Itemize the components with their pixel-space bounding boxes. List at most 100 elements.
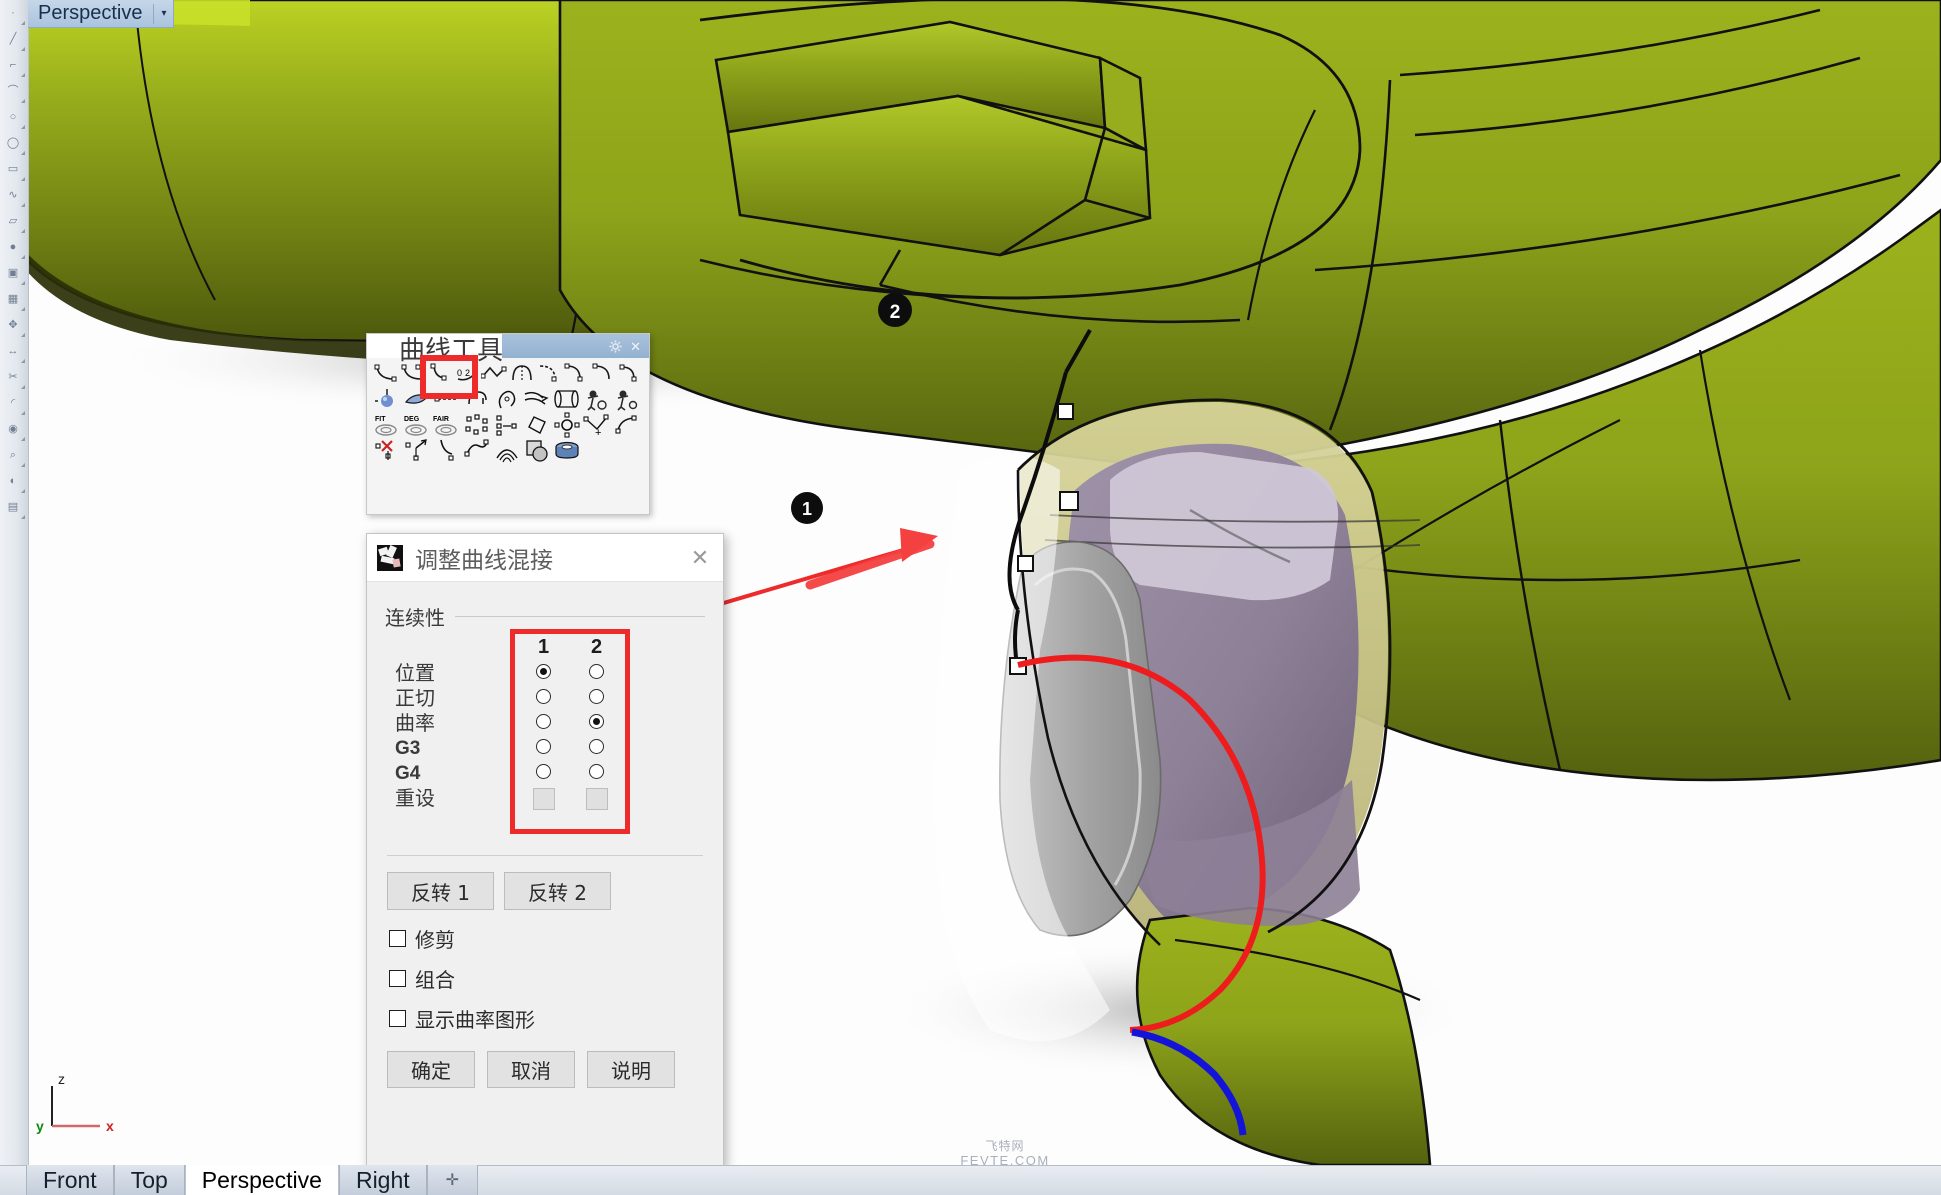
handlebar-icon[interactable] [612,412,642,438]
render-icon[interactable]: ◐ [0,468,26,494]
edit-point-icon[interactable] [612,386,642,412]
svg-text:FIT: FIT [375,416,386,423]
curvature-graph-icon[interactable] [492,438,522,464]
tab-perspective[interactable]: Perspective [185,1165,339,1195]
join-checkbox-row[interactable]: 组合 [389,964,703,993]
radio-tangent-1[interactable] [536,689,551,704]
continuity-row-curvature [517,709,623,734]
radio-g4-2[interactable] [589,764,604,779]
solid-icon[interactable]: ▣ [0,260,26,286]
radio-g3-1[interactable] [536,739,551,754]
radio-g3-2[interactable] [589,739,604,754]
project-curve-icon[interactable] [372,386,402,412]
line-icon[interactable]: ╱ [0,26,26,52]
ellipse-icon[interactable]: ◯ [0,130,26,156]
reset-button-2[interactable] [586,788,608,810]
viewport-tab-bar[interactable]: Front Top Perspective Right ✛ [0,1165,1941,1195]
point-icon[interactable]: · [0,0,26,26]
help-button[interactable]: 说明 [587,1051,675,1088]
join-checkbox[interactable] [389,970,406,987]
reset-button-1[interactable] [533,788,555,810]
mesh-icon-glyph: ▦ [8,294,18,305]
close-icon[interactable]: ✕ [630,340,641,353]
flip-1-button[interactable]: 反转 1 [387,872,494,910]
tween-curve-icon[interactable] [562,360,589,386]
offset-curve-icon[interactable] [617,360,644,386]
section-icon[interactable] [522,438,552,464]
boolean-icon[interactable]: ◉ [0,416,26,442]
dialog-titlebar[interactable]: 调整曲线混接 ✕ [367,534,723,582]
show-curvature-graph-checkbox-row[interactable]: 显示曲率图形 [389,1004,703,1033]
curve-icon[interactable]: ∿ [0,182,26,208]
match-curve-icon[interactable] [481,360,508,386]
gear-icon[interactable] [609,340,622,353]
arc-icon[interactable]: ⌒ [0,78,26,104]
point-cloud-icon[interactable] [462,412,492,438]
drill-model-render: 2 1 [0,0,1941,1165]
trim-checkbox[interactable] [389,930,406,947]
control-points-icon[interactable] [552,412,582,438]
radio-curvature-1[interactable] [536,714,551,729]
tool-highlight-box [420,355,478,399]
control-polygon-icon[interactable] [522,412,552,438]
sketch-curve-icon[interactable] [492,386,522,412]
main-toolbar[interactable]: ·╱⌐⌒○ ◯ ▭∿▱●▣ ▦ ✥↔✂◜◉⌕◐▤ [0,0,29,1165]
chevron-down-icon[interactable]: ▾ [153,4,167,24]
delete-point-icon[interactable] [372,438,402,464]
radio-g4-1[interactable] [536,764,551,779]
insert-knot-icon[interactable] [492,412,522,438]
trim-checkbox-row[interactable]: 修剪 [389,924,703,953]
add-point-icon[interactable]: + [582,412,612,438]
radio-position-1[interactable] [536,664,551,679]
close-icon[interactable]: ✕ [687,545,713,571]
surface-icon[interactable]: ▱ [0,208,26,234]
radio-curvature-2[interactable] [589,714,604,729]
kink-icon[interactable] [462,438,492,464]
circle-icon[interactable]: ○ [0,104,26,130]
flow-curve-icon[interactable] [522,386,552,412]
direction-icon[interactable] [402,438,432,464]
trim-icon[interactable]: ✂ [0,364,26,390]
unroll-icon[interactable] [552,438,582,464]
viewport-title-tab[interactable]: Perspective ▾ [28,0,174,28]
flip-2-button[interactable]: 反转 2 [504,872,611,910]
3d-viewport[interactable]: 2 1 ·╱⌐⌒○◯▭∿▱●▣▦✥↔✂◜◉⌕◐▤ Perspective ▾ z… [0,0,1941,1165]
analyze-icon[interactable]: ⌕ [0,442,26,468]
fit-curve-icon[interactable]: FIT [372,412,402,438]
dimension-icon[interactable]: ↔ [0,338,26,364]
mesh-icon[interactable]: ▦ [0,286,26,312]
add-viewport-tab-button[interactable]: ✛ [427,1165,478,1195]
continuity-radio-grid[interactable]: 1 2 [517,635,623,814]
show-curvature-graph-checkbox[interactable] [389,1010,406,1027]
tab-front[interactable]: Front [26,1165,114,1195]
adjust-curve-blend-dialog[interactable]: 调整曲线混接 ✕ 连续性 位置 正切 曲率 G3 G4 重设 [366,533,724,1165]
change-degree-icon[interactable]: DEG [402,412,432,438]
blend-curve-icon[interactable] [372,360,399,386]
curve-tools-palette[interactable]: ✕ 曲线工具 02 [366,333,650,515]
tab-right[interactable]: Right [339,1165,427,1195]
arc-blend-icon[interactable] [535,360,562,386]
layer-icon[interactable]: ▤ [0,494,26,520]
transform-icon[interactable]: ✥ [0,312,26,338]
cancel-button[interactable]: 取消 [487,1051,575,1088]
radio-tangent-2[interactable] [589,689,604,704]
cell [517,714,570,729]
fair-curve-icon[interactable]: FAIR [432,412,462,438]
loft-curve-icon[interactable] [552,386,582,412]
cell [517,788,570,810]
row-label-reset: 重设 [395,786,515,811]
end-tangent-icon[interactable] [432,438,462,464]
palette-icon-grid[interactable]: 02 FIT [372,360,644,464]
tab-top[interactable]: Top [114,1165,185,1195]
curve-from-points-icon[interactable] [508,360,535,386]
extend-curve-icon[interactable] [590,360,617,386]
radio-position-2[interactable] [589,664,604,679]
curve-boolean-icon[interactable] [582,386,612,412]
fillet-icon[interactable]: ◜ [0,390,26,416]
palette-row [372,386,644,412]
ellipse-icon-glyph: ◯ [7,138,19,149]
sphere-icon[interactable]: ● [0,234,26,260]
polyline-icon[interactable]: ⌐ [0,52,26,78]
ok-button[interactable]: 确定 [387,1051,475,1088]
rectangle-icon[interactable]: ▭ [0,156,26,182]
